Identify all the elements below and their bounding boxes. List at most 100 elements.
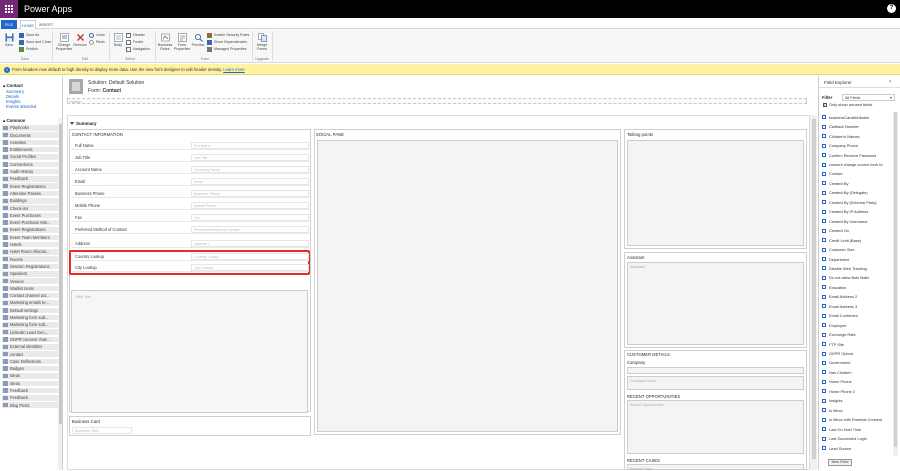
entity-item[interactable]: GDPR consent chan... xyxy=(2,336,58,344)
field-row[interactable]: City Lookup City Lookup xyxy=(71,262,309,272)
field-input[interactable]: Fax xyxy=(191,213,309,221)
app-launcher-waffle-icon[interactable] xyxy=(0,0,18,18)
entity-item[interactable]: Waitlist Items xyxy=(2,285,58,293)
field-row[interactable]: Address Address 1 xyxy=(71,238,309,248)
entity-item[interactable]: Session Registrations xyxy=(2,263,58,271)
field-list-item[interactable]: Home Phone xyxy=(822,379,892,386)
field-list-item[interactable]: Government xyxy=(822,360,892,367)
field-list-item[interactable]: Created By (External Party) xyxy=(822,199,892,206)
field-row[interactable]: Job Title Job Title xyxy=(71,152,309,162)
field-row[interactable]: Account Name Company Name xyxy=(71,164,309,174)
field-list-item[interactable]: Callback Number xyxy=(822,123,892,130)
field-list-item[interactable]: Education xyxy=(822,284,892,291)
business-rules-button[interactable]: Business Rules xyxy=(157,32,173,51)
tab-home[interactable]: HOME xyxy=(20,20,36,29)
field-input[interactable]: Preferred Method of Contact xyxy=(191,225,309,233)
social-pane-control[interactable] xyxy=(317,140,618,432)
nav-scrollbar-thumb[interactable] xyxy=(58,124,62,424)
remove-button[interactable]: Remove xyxy=(73,32,87,47)
field-input[interactable]: Full Name xyxy=(191,141,309,149)
entity-item[interactable]: Venues xyxy=(2,278,58,285)
save-as-button[interactable]: Save As xyxy=(19,33,39,38)
entity-item[interactable]: Social Profiles xyxy=(2,154,58,161)
field-list-scrollbar[interactable] xyxy=(893,112,898,456)
enable-security-roles-button[interactable]: Enable Security Roles xyxy=(207,33,249,38)
field-list-item[interactable]: Has Children xyxy=(822,369,892,376)
save-close-button[interactable]: Save and Close xyxy=(19,40,51,45)
entity-item[interactable]: Buildings xyxy=(2,198,58,205)
notes-control[interactable]: Rich Text xyxy=(71,290,308,413)
field-input[interactable]: Company Name xyxy=(191,165,309,173)
publish-button[interactable]: Publish xyxy=(19,47,38,52)
field-list-item[interactable]: Created By Username xyxy=(822,218,892,225)
entity-item[interactable]: Event Purchase Atte... xyxy=(2,219,58,227)
entity-item[interactable]: Event Registrations xyxy=(2,183,58,190)
save-button[interactable]: Save xyxy=(2,32,16,47)
entity-item[interactable]: Blog Posts xyxy=(2,402,58,409)
field-list-item[interactable]: Is Minor xyxy=(822,407,892,414)
field-list-item[interactable]: Created By IP Address xyxy=(822,209,892,216)
field-row[interactable]: Fax Fax xyxy=(71,212,309,222)
assistant-control[interactable]: Assistant xyxy=(627,262,804,345)
talking-points-control[interactable] xyxy=(627,140,804,246)
nav-scrollbar[interactable] xyxy=(58,118,62,470)
tab-file[interactable]: FILE xyxy=(1,20,17,29)
show-dependencies-button[interactable]: Show Dependencies xyxy=(207,40,247,45)
entity-item[interactable]: contact xyxy=(2,351,58,358)
field-list-item[interactable]: Last Successful Login xyxy=(822,435,892,442)
field-list-item[interactable]: Exchange Rate xyxy=(822,331,892,338)
entity-item[interactable]: Feedback xyxy=(2,387,58,395)
entity-item[interactable]: Default settings xyxy=(2,307,58,314)
entity-item[interactable]: Activities xyxy=(2,139,58,147)
entity-item[interactable]: Rooms xyxy=(2,256,58,263)
field-list-item[interactable]: Do not allow Bulk Mails xyxy=(822,275,892,282)
field-list-item[interactable]: Email Confirmed xyxy=(822,312,892,319)
field-list-item[interactable]: GDPR Optout xyxy=(822,350,892,357)
entity-item[interactable]: Event Registrations xyxy=(2,227,58,234)
field-list-item[interactable]: Email Address 3 xyxy=(822,303,892,310)
body-button[interactable]: Body xyxy=(112,32,124,47)
entity-item[interactable]: Hotels xyxy=(2,241,58,249)
field-list-item[interactable]: Children's Names xyxy=(822,133,892,140)
chevron-right-icon[interactable]: › xyxy=(889,79,891,85)
entity-item[interactable]: Marketing form sub... xyxy=(2,314,58,322)
merge-forms-button[interactable]: Merge Forms xyxy=(255,32,269,51)
field-list-item[interactable]: Company Phone xyxy=(822,142,892,149)
entity-item[interactable]: LinkedIn Lead Gen... xyxy=(2,329,58,336)
entity-item[interactable]: Feedback xyxy=(2,176,58,183)
field-list-item[interactable]: Customer Size xyxy=(822,246,892,253)
entity-item[interactable]: Event Team Members xyxy=(2,234,58,241)
canvas-scrollbar[interactable] xyxy=(810,115,817,470)
entity-item[interactable]: Marketing form sub... xyxy=(2,322,58,329)
new-field-button[interactable]: New Field xyxy=(828,459,852,466)
entity-item[interactable]: Documents xyxy=(2,132,58,139)
entity-item[interactable]: Badges xyxy=(2,365,58,373)
field-row[interactable]: Full Name Full Name xyxy=(71,140,309,150)
field-list-scrollbar-thumb[interactable] xyxy=(894,112,897,447)
redo-button[interactable]: Redo xyxy=(89,40,105,45)
entity-item[interactable]: Ideas xyxy=(2,373,58,380)
field-input[interactable]: Job Title xyxy=(191,153,309,161)
field-list-item[interactable]: Department xyxy=(822,256,892,263)
recent-opportunities-grid[interactable]: Recent Opportunities xyxy=(627,400,804,454)
preview-button[interactable]: Preview xyxy=(191,32,205,47)
field-list-item[interactable]: Disable Web Tracking xyxy=(822,265,892,272)
field-row[interactable]: Mobile Phone Mobile Phone xyxy=(71,200,309,210)
header-button[interactable]: Header xyxy=(126,33,145,38)
navigation-button[interactable]: Navigation xyxy=(126,47,150,52)
entity-item[interactable]: Event Purchases xyxy=(2,212,58,220)
field-input[interactable]: Address 1 xyxy=(191,239,309,247)
field-row[interactable]: Email Email xyxy=(71,176,309,186)
field-list-item[interactable]: Contact xyxy=(822,171,892,178)
field-row[interactable]: Country Lookup Country Lookup xyxy=(71,251,309,261)
entity-item[interactable]: External identities xyxy=(2,344,58,351)
entity-item[interactable]: Marketing emails te... xyxy=(2,300,58,307)
company-field[interactable]: Company Name xyxy=(627,376,804,390)
undo-button[interactable]: Undo xyxy=(89,33,105,38)
nav-link-events-attended[interactable]: Events attended xyxy=(6,104,36,109)
entity-item[interactable]: Contact channel act... xyxy=(2,292,58,300)
field-list-item[interactable]: consent change source form Id xyxy=(822,161,892,168)
entity-item[interactable]: Audit History xyxy=(2,168,58,176)
entity-item[interactable]: Case Deflections xyxy=(2,358,58,366)
entity-item[interactable]: Playbooks xyxy=(2,125,58,132)
